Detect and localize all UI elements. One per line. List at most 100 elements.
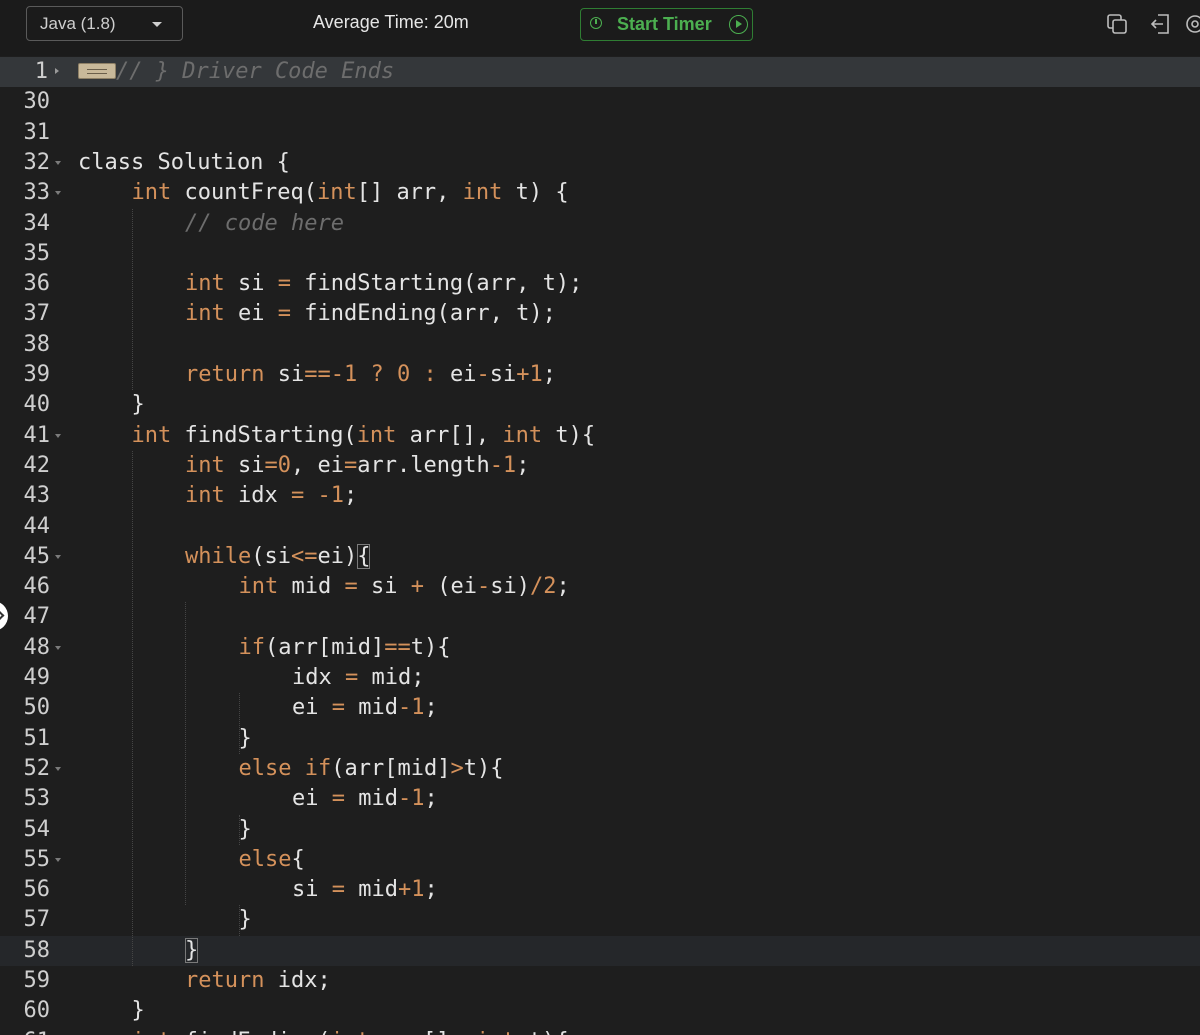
line-number: 50 — [23, 695, 51, 721]
code-token: int — [185, 452, 225, 478]
copy-icon[interactable] — [1105, 12, 1129, 36]
code-line[interactable]: 48 if(arr[mid]==t){ — [0, 633, 1200, 663]
export-icon[interactable] — [1149, 12, 1173, 36]
code-token: ei — [292, 695, 332, 721]
line-number: 1 — [34, 59, 48, 84]
line-number: 39 — [23, 362, 51, 387]
code-text: if(arr[mid]==t){ — [239, 633, 451, 663]
code-token: si — [224, 452, 265, 478]
play-icon — [729, 15, 748, 34]
folded-code-widget[interactable] — [78, 63, 116, 79]
code-token: t){ — [410, 634, 451, 660]
code-token: = — [344, 665, 359, 690]
code-token: 0 — [396, 362, 411, 387]
fold-collapse-icon[interactable] — [55, 857, 61, 862]
code-token: t){ — [463, 755, 504, 781]
fold-collapse-icon[interactable] — [55, 766, 61, 771]
code-token: ; — [343, 483, 358, 509]
line-number: 53 — [23, 786, 51, 812]
code-token: int — [502, 422, 543, 448]
code-token: arr.length — [357, 452, 490, 478]
code-line[interactable]: 40} — [0, 390, 1200, 420]
code-token: int — [476, 1029, 516, 1035]
code-token: } — [238, 907, 252, 933]
code-token: if — [304, 755, 332, 781]
code-editor[interactable]: 1 // } Driver Code Ends 30 31 32 class Soluti… — [0, 56, 1200, 1035]
code-line[interactable]: 54} — [0, 815, 1200, 845]
code-line[interactable]: 45 while(si<=ei){ — [0, 542, 1200, 572]
indent-guide — [131, 450, 133, 966]
code-line[interactable]: 51} — [0, 724, 1200, 754]
fold-collapse-icon[interactable] — [55, 554, 61, 559]
code-line[interactable]: 56 si = mid+1; — [0, 875, 1200, 905]
code-text: while(si<=ei){ — [185, 542, 371, 572]
line-number: 38 — [23, 331, 51, 357]
code-token: findEnding(arr, t); — [290, 301, 556, 327]
code-token: si) — [490, 574, 530, 600]
code-text: } — [132, 390, 145, 420]
line-number: 59 — [23, 968, 51, 993]
code-token: idx — [292, 665, 345, 690]
code-token: - — [476, 574, 491, 600]
fold-expand-icon[interactable] — [55, 68, 59, 74]
code-line[interactable]: 50 ei = mid-1; — [0, 693, 1200, 723]
code-line[interactable]: 34 // code here — [0, 209, 1200, 239]
code-token: (si — [251, 543, 291, 569]
code-line[interactable]: 1 // } Driver Code Ends — [0, 57, 1200, 87]
code-line[interactable]: 49 idx = mid; — [0, 663, 1200, 693]
code-line[interactable]: 36 int si = findStarting(arr, t); — [0, 269, 1200, 299]
code-line[interactable]: 31 — [0, 118, 1200, 148]
code-line[interactable]: 61int findEnding(int arr[], int t){ — [0, 1027, 1200, 1035]
code-line[interactable]: 58} — [0, 935, 1200, 966]
fold-collapse-icon[interactable] — [55, 191, 61, 196]
fold-collapse-icon[interactable] — [55, 160, 61, 165]
code-line[interactable]: 43 int idx = -1; — [0, 481, 1200, 511]
start-timer-label: Start Timer — [617, 14, 712, 34]
code-token: arr[], — [370, 1029, 476, 1035]
code-line[interactable]: 39 return si==-1 ? 0 : ei-si+1; — [0, 360, 1200, 390]
code-token: mid — [345, 695, 398, 721]
start-timer-button[interactable]: Start Timer — [580, 8, 753, 41]
code-token: findStarting( — [171, 422, 357, 448]
code-token: // } Driver Code Ends — [116, 59, 395, 84]
code-token: +1 — [516, 362, 543, 387]
code-line[interactable]: 41 int findStarting(int arr[], int t){ — [0, 421, 1200, 451]
code-line[interactable]: 52 else if(arr[mid]>t){ — [0, 754, 1200, 784]
line-number: 31 — [23, 119, 51, 145]
code-line[interactable]: 46 int mid = si + (ei-si)/2; — [0, 572, 1200, 602]
code-line[interactable]: 44 — [0, 512, 1200, 542]
code-token: countFreq( — [171, 180, 317, 206]
code-token: int — [330, 1029, 370, 1035]
code-line[interactable]: 55 else{ — [0, 845, 1200, 875]
code-line[interactable]: 42 int si=0, ei=arr.length-1; — [0, 451, 1200, 481]
language-select-value: Java (1.8) — [40, 14, 116, 33]
code-token: + — [410, 574, 424, 600]
settings-icon[interactable] — [1183, 12, 1200, 36]
code-token: /2 — [529, 574, 557, 600]
code-token: int — [131, 422, 172, 448]
code-line[interactable]: 38 — [0, 330, 1200, 360]
code-line[interactable]: 59 return idx; — [0, 966, 1200, 996]
code-line[interactable]: 53 ei = mid-1; — [0, 784, 1200, 814]
code-line[interactable]: 35 — [0, 239, 1200, 269]
fold-collapse-icon[interactable] — [55, 645, 61, 650]
code-token: t) { — [502, 180, 569, 206]
code-line[interactable]: 57} — [0, 905, 1200, 935]
code-token: ; — [516, 452, 530, 478]
code-line[interactable]: 30 — [0, 87, 1200, 117]
code-line[interactable]: 47 — [0, 602, 1200, 632]
code-line[interactable]: 37 int ei = findEnding(arr, t); — [0, 299, 1200, 329]
code-line[interactable]: 33 int countFreq(int[] arr, int t) { — [0, 178, 1200, 208]
code-text: ei = mid-1; — [292, 784, 438, 814]
code-token: si — [264, 362, 305, 387]
code-text: int si=0, ei=arr.length-1; — [185, 451, 529, 481]
code-token: idx — [224, 483, 291, 509]
code-line[interactable]: 60} — [0, 996, 1200, 1026]
fold-collapse-icon[interactable] — [55, 433, 61, 438]
code-line[interactable]: 32 class Solution { — [0, 148, 1200, 178]
code-token: : — [423, 362, 437, 387]
code-token: t){ — [542, 422, 596, 448]
language-select[interactable]: Java (1.8) — [26, 6, 183, 41]
